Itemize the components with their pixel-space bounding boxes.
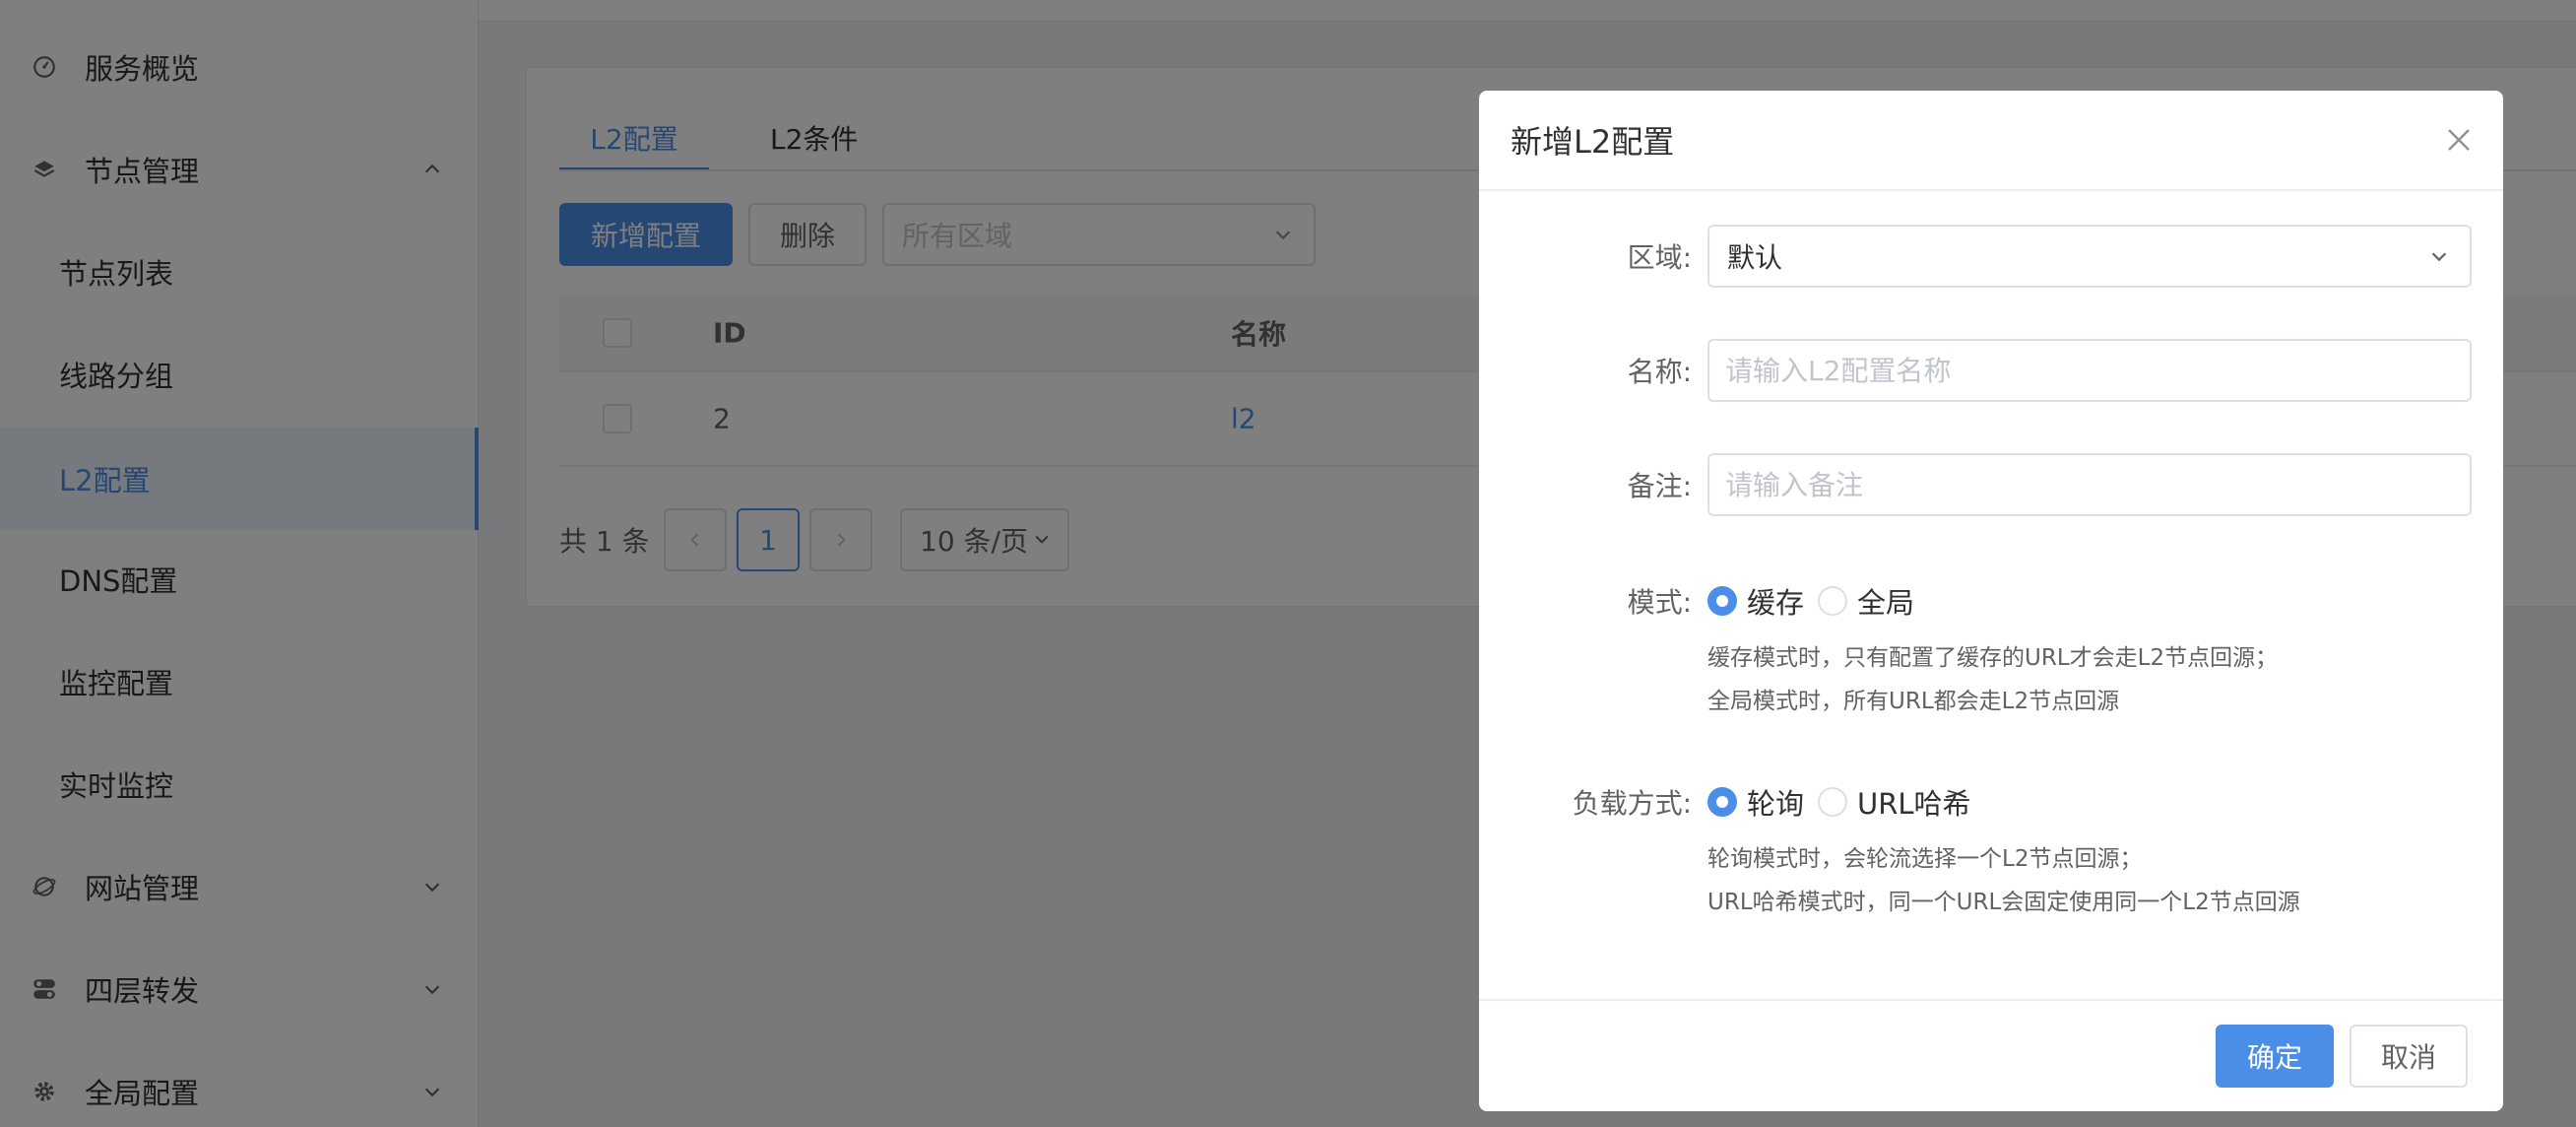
region-label: 区域: <box>1627 241 1692 274</box>
balance-radio-url-hash[interactable]: URL哈希 <box>1818 782 1971 822</box>
name-label: 名称: <box>1627 356 1692 388</box>
mode-label: 模式: <box>1627 586 1692 619</box>
mode-hint-line-1: 缓存模式时，只有配置了缓存的URL才会走L2节点回源； <box>1707 645 2279 671</box>
balance-hint-line-1: 轮询模式时，会轮流选择一个L2节点回源； <box>1707 846 2143 872</box>
dialog-footer: 确定 取消 <box>1479 999 2503 1111</box>
radio-circle <box>1818 787 1847 817</box>
radio-label: 轮询 <box>1747 787 1805 821</box>
balance-hint-line-2: URL哈希模式时，同一个URL会固定使用同一个L2节点回源 <box>1707 890 2300 915</box>
name-input[interactable] <box>1707 339 2472 402</box>
region-select-value: 默认 <box>1727 241 1783 274</box>
remark-label: 备注: <box>1627 470 1692 502</box>
cancel-button[interactable]: 取消 <box>2350 1025 2468 1088</box>
confirm-button[interactable]: 确定 <box>2216 1025 2334 1088</box>
radio-label: 全局 <box>1857 586 1915 620</box>
mode-hint-line-2: 全局模式时，所有URL都会走L2节点回源 <box>1707 689 2120 714</box>
radio-circle <box>1707 586 1737 616</box>
dialog-header: 新增L2配置 <box>1479 91 2503 191</box>
mode-radio-cache[interactable]: 缓存 <box>1707 581 1804 621</box>
dialog-title: 新增L2配置 <box>1511 123 1675 161</box>
radio-circle <box>1818 586 1847 616</box>
radio-label: 缓存 <box>1747 586 1805 620</box>
remark-input[interactable] <box>1707 453 2472 516</box>
radio-label: URL哈希 <box>1857 787 1971 821</box>
chevron-down-icon <box>2428 245 2450 267</box>
balance-label: 负载方式: <box>1572 787 1692 820</box>
radio-circle <box>1707 787 1737 817</box>
close-icon[interactable] <box>2444 125 2474 155</box>
mode-radio-global[interactable]: 全局 <box>1818 581 1914 621</box>
balance-radio-round-robin[interactable]: 轮询 <box>1707 782 1804 822</box>
region-select[interactable]: 默认 <box>1707 225 2472 288</box>
add-l2-config-dialog: 新增L2配置 区域: 默认 名称: 备注: 模式: 缓存 全局 缓存模式时，只有… <box>1479 91 2503 1111</box>
